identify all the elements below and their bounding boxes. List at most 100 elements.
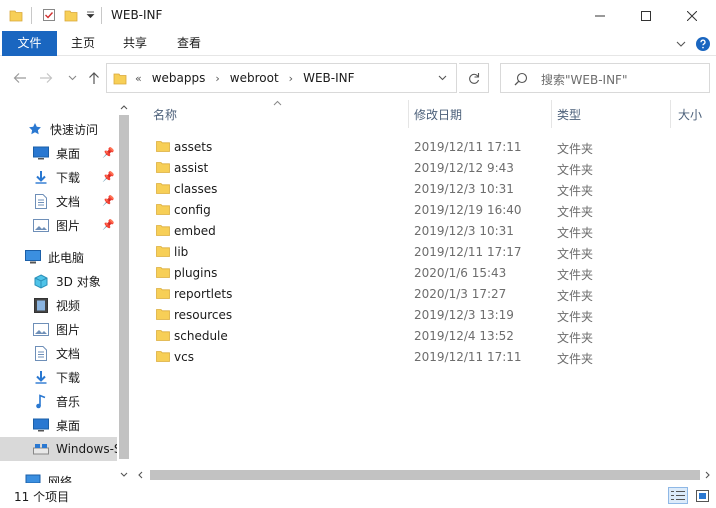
nav-downloads-pinned[interactable]: 下载 📌 — [0, 165, 118, 189]
nav-3d-objects[interactable]: 3D 对象 — [0, 269, 118, 293]
navigation-pane: 快速访问 桌面 📌 下载 📌 文档 📌 图片 📌 此电脑 3D 对象 视频 图片… — [0, 100, 131, 483]
nav-documents[interactable]: 文档 — [0, 341, 118, 365]
search-input[interactable]: 搜索"WEB-INF" — [541, 71, 627, 88]
cube-icon — [32, 273, 50, 289]
breadcrumb-webapps[interactable]: webapps — [152, 71, 206, 85]
back-button[interactable] — [10, 69, 30, 87]
scroll-right-icon[interactable] — [705, 471, 711, 479]
nav-label: 3D 对象 — [56, 274, 101, 289]
file-row-assets[interactable]: assets 2019/12/11 17:11 文件夹 — [132, 137, 692, 158]
file-row-assist[interactable]: assist 2019/12/12 9:43 文件夹 — [132, 158, 692, 179]
file-type: 文件夹 — [557, 142, 594, 156]
properties-icon[interactable] — [42, 8, 56, 22]
file-row-lib[interactable]: lib 2019/12/11 17:17 文件夹 — [132, 242, 692, 263]
nav-windows-drive[interactable]: Windows-S — [0, 437, 118, 461]
nav-desktop[interactable]: 桌面 — [0, 413, 118, 437]
file-name: lib — [174, 245, 189, 259]
file-date: 2019/12/3 10:31 — [414, 182, 514, 196]
tab-file[interactable]: 文件 — [2, 31, 57, 56]
nav-label: 图片 — [56, 322, 81, 337]
file-row-reportlets[interactable]: reportlets 2020/1/3 17:27 文件夹 — [132, 284, 692, 305]
recent-locations-button[interactable] — [62, 69, 82, 87]
close-icon — [687, 10, 697, 21]
nav-quick-access[interactable]: 快速访问 — [0, 117, 118, 141]
nav-scrollbar[interactable] — [117, 100, 131, 483]
file-name: config — [174, 203, 211, 217]
column-header-name[interactable]: 名称 — [153, 100, 177, 130]
desktop-icon — [32, 417, 50, 433]
file-row-classes[interactable]: classes 2019/12/3 10:31 文件夹 — [132, 179, 692, 200]
up-button[interactable] — [84, 69, 104, 87]
nav-documents-pinned[interactable]: 文档 📌 — [0, 189, 118, 213]
window-title: WEB-INF — [111, 8, 163, 22]
folder-icon — [113, 73, 127, 85]
column-header-size[interactable]: 大小 — [678, 100, 702, 130]
folder-icon — [156, 267, 170, 278]
address-dropdown-icon[interactable] — [438, 75, 447, 81]
breadcrumb-separator-icon[interactable]: › — [215, 72, 219, 85]
address-bar[interactable]: « webapps › webroot › WEB-INF — [106, 63, 457, 93]
desktop-icon — [32, 145, 50, 161]
scroll-down-icon[interactable] — [120, 472, 128, 478]
maximize-button[interactable] — [623, 0, 669, 31]
refresh-button[interactable] — [459, 63, 489, 93]
folder-icon — [156, 246, 170, 257]
tab-share[interactable]: 共享 — [114, 31, 156, 56]
file-row-vcs[interactable]: vcs 2019/12/11 17:11 文件夹 — [132, 347, 692, 368]
file-name: assets — [174, 140, 213, 154]
search-box[interactable]: 搜索"WEB-INF" — [500, 63, 710, 93]
nav-label: 桌面 — [56, 146, 81, 161]
nav-downloads[interactable]: 下载 — [0, 365, 118, 389]
file-row-resources[interactable]: resources 2019/12/3 13:19 文件夹 — [132, 305, 692, 326]
breadcrumb-web-inf[interactable]: WEB-INF — [303, 71, 354, 85]
new-folder-icon[interactable] — [64, 8, 78, 22]
document-icon — [32, 345, 50, 361]
breadcrumb-webroot[interactable]: webroot — [230, 71, 279, 85]
forward-button[interactable] — [36, 69, 56, 87]
scroll-up-icon[interactable] — [120, 104, 128, 110]
close-button[interactable] — [669, 0, 715, 31]
drive-icon — [32, 441, 50, 457]
title-bar: WEB-INF — [0, 0, 716, 31]
pin-icon[interactable]: 📌 — [102, 196, 114, 207]
nav-scrollbar-thumb[interactable] — [119, 115, 129, 459]
details-view-button[interactable] — [668, 487, 688, 504]
breadcrumb-separator-icon[interactable]: › — [289, 72, 293, 85]
help-button[interactable] — [695, 31, 711, 56]
breadcrumb-overflow[interactable]: « — [135, 72, 142, 85]
file-row-embed[interactable]: embed 2019/12/3 10:31 文件夹 — [132, 221, 692, 242]
column-header-type[interactable]: 类型 — [557, 100, 581, 130]
folder-icon — [156, 309, 170, 320]
minimize-button[interactable] — [577, 0, 623, 31]
pin-icon[interactable]: 📌 — [102, 172, 114, 183]
quick-access-dropdown-icon[interactable] — [86, 11, 95, 19]
nav-videos[interactable]: 视频 — [0, 293, 118, 317]
tab-home[interactable]: 主页 — [62, 31, 104, 56]
horizontal-scrollbar-thumb[interactable] — [150, 470, 700, 480]
file-name: assist — [174, 161, 209, 175]
expand-ribbon-button[interactable] — [676, 31, 686, 56]
arrow-right-icon — [40, 73, 53, 83]
nav-this-pc[interactable]: 此电脑 — [0, 245, 118, 269]
nav-music[interactable]: 音乐 — [0, 389, 118, 413]
video-icon — [32, 297, 50, 313]
pin-icon[interactable]: 📌 — [102, 220, 114, 231]
pin-icon[interactable]: 📌 — [102, 148, 114, 159]
file-row-plugins[interactable]: plugins 2020/1/6 15:43 文件夹 — [132, 263, 692, 284]
download-icon — [32, 369, 50, 385]
tab-view[interactable]: 查看 — [168, 31, 210, 56]
nav-pictures-pinned[interactable]: 图片 📌 — [0, 213, 118, 237]
column-header-date[interactable]: 修改日期 — [414, 100, 462, 130]
file-type: 文件夹 — [557, 268, 594, 282]
nav-desktop-pinned[interactable]: 桌面 📌 — [0, 141, 118, 165]
file-list-horizontal-scrollbar[interactable] — [132, 467, 716, 483]
file-name: resources — [174, 308, 233, 322]
file-name: classes — [174, 182, 218, 196]
nav-pictures[interactable]: 图片 — [0, 317, 118, 341]
file-row-config[interactable]: config 2019/12/19 16:40 文件夹 — [132, 200, 692, 221]
large-icons-view-button[interactable] — [692, 487, 712, 504]
nav-network[interactable]: 网络 — [0, 469, 118, 483]
file-type: 文件夹 — [557, 352, 594, 366]
scroll-left-icon[interactable] — [137, 471, 143, 479]
file-row-schedule[interactable]: schedule 2019/12/4 13:52 文件夹 — [132, 326, 692, 347]
